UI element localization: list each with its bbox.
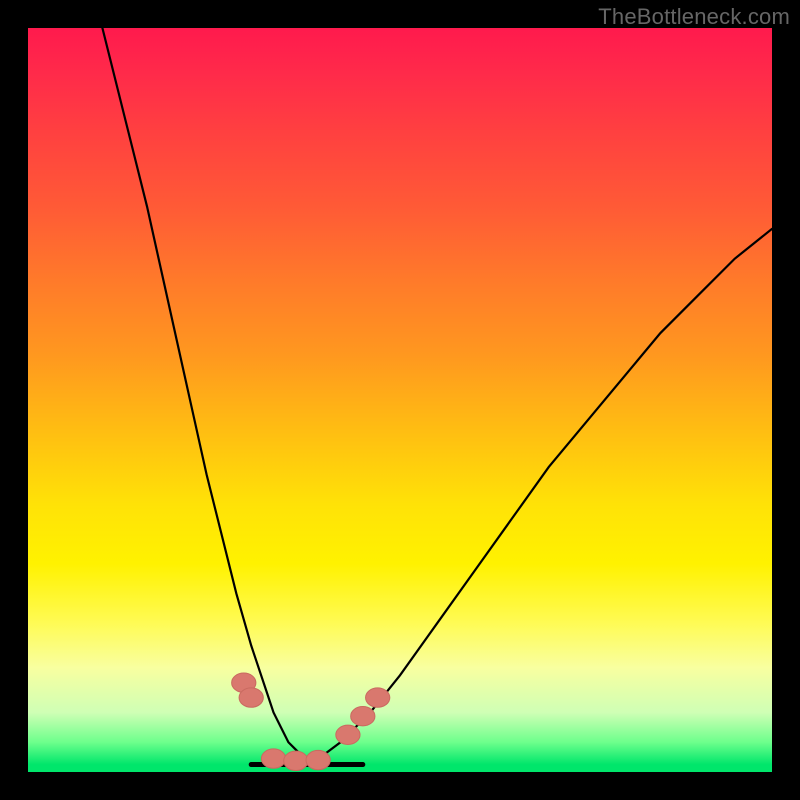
marker-right-cluster-3 bbox=[366, 688, 390, 707]
marker-right-cluster-2 bbox=[351, 707, 375, 726]
marker-bottom-cap-3 bbox=[306, 750, 330, 769]
watermark-text: TheBottleneck.com bbox=[598, 4, 790, 30]
marker-left-cluster-lower bbox=[239, 688, 263, 707]
series-right-curve bbox=[311, 229, 772, 765]
chart-frame: TheBottleneck.com bbox=[0, 0, 800, 800]
series-left-curve bbox=[102, 28, 310, 765]
plot-area bbox=[28, 28, 772, 772]
marker-bottom-cap-1 bbox=[261, 749, 285, 768]
marker-bottom-cap-2 bbox=[284, 751, 308, 770]
marker-right-cluster-1 bbox=[336, 725, 360, 744]
curve-layer bbox=[28, 28, 772, 772]
